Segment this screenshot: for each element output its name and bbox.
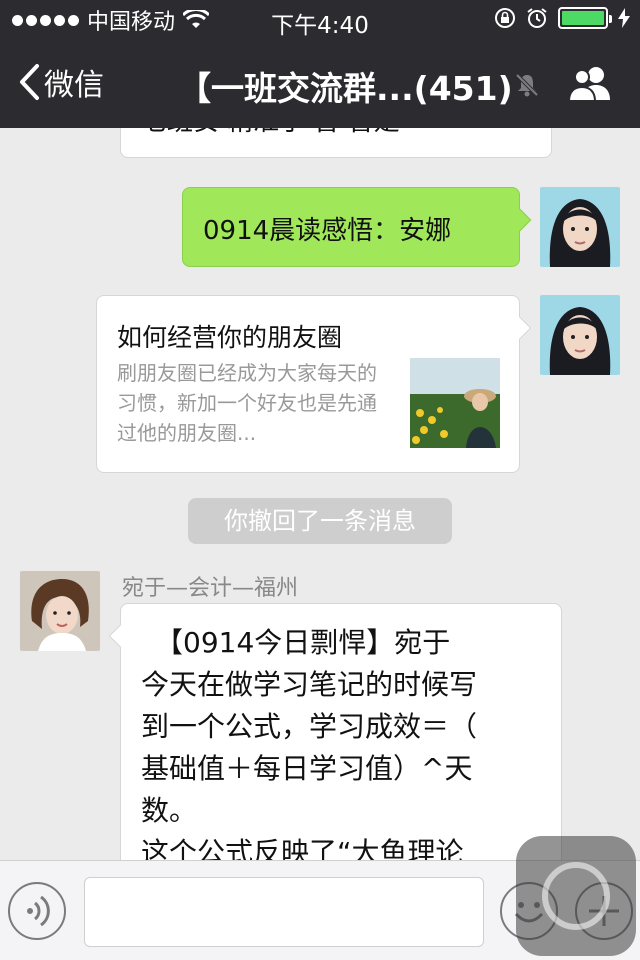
back-label: 微信	[44, 68, 104, 103]
status-right	[494, 7, 630, 29]
message-line: 【0914今日剽悍】宛于	[155, 626, 451, 659]
status-bar: 中国移动 下午4:40	[0, 0, 640, 40]
my-avatar[interactable]	[540, 295, 620, 375]
battery-icon	[558, 7, 612, 29]
voice-icon	[27, 895, 50, 927]
app-header: 中国移动 下午4:40 微信 【一班交流群...(451)	[0, 0, 640, 128]
chat-title: 【一班交流群...(451)	[178, 69, 513, 108]
charging-icon	[618, 8, 630, 28]
sent-message-bubble[interactable]: 0914晨读感悟：安娜	[182, 187, 532, 267]
message-input[interactable]	[84, 877, 484, 947]
assistive-touch-button[interactable]	[516, 836, 636, 956]
link-card-description: 刷朋友圈已经成为大家每天的习惯，新加一个好友也是先通过他的朋友圈...	[117, 361, 377, 445]
sent-message-text: 0914晨读感悟：安娜	[203, 216, 452, 246]
alarm-icon	[527, 8, 547, 28]
link-card-title: 如何经营你的朋友圈	[117, 323, 343, 352]
back-button[interactable]: 微信	[18, 60, 104, 104]
nav-bar: 微信 【一班交流群...(451)	[0, 40, 640, 128]
link-card-thumbnail	[410, 358, 500, 448]
message-line: 到一个公式，学习成效＝（	[141, 710, 478, 743]
my-avatar[interactable]	[540, 187, 620, 267]
group-info-icon[interactable]	[566, 64, 616, 104]
recall-notice: 你撤回了一条消息	[188, 498, 452, 544]
message-line: 数。	[141, 794, 198, 827]
partial-message-text: 七班安 精准了 曾 曾是	[141, 128, 400, 138]
received-message-text: 【0914今日剽悍】宛于 今天在做学习笔记的时候写 到一个公式，学习成效＝（ 基…	[141, 622, 541, 860]
received-message-bubble[interactable]: 【0914今日剽悍】宛于 今天在做学习笔记的时候写 到一个公式，学习成效＝（ 基…	[108, 603, 562, 860]
assistive-touch-ring-icon	[542, 862, 610, 930]
link-card-message[interactable]: 如何经营你的朋友圈 刷朋友圈已经成为大家每天的习惯，新加一个好友也是先通过他的朋…	[96, 295, 532, 473]
message-bubble-partial[interactable]: 七班安 精准了 曾 曾是	[120, 128, 552, 158]
chevron-left-icon	[20, 64, 39, 100]
chat-message-list[interactable]: 七班安 精准了 曾 曾是 0914晨读感悟：安娜 如何经营你的朋友圈 刷朋友圈已…	[0, 128, 640, 860]
message-line: 今天在做学习笔记的时候写	[141, 668, 478, 701]
mute-bell-icon	[515, 73, 539, 97]
message-line: 基础值＋每日学习值）^天	[141, 752, 473, 785]
sender-name: 宛于—会计—福州	[122, 576, 299, 601]
message-line: 这个公式反映了“大鱼理论	[141, 836, 464, 860]
voice-toggle-button[interactable]	[8, 882, 66, 940]
sender-avatar[interactable]	[20, 571, 100, 651]
rotation-lock-icon	[495, 8, 515, 28]
